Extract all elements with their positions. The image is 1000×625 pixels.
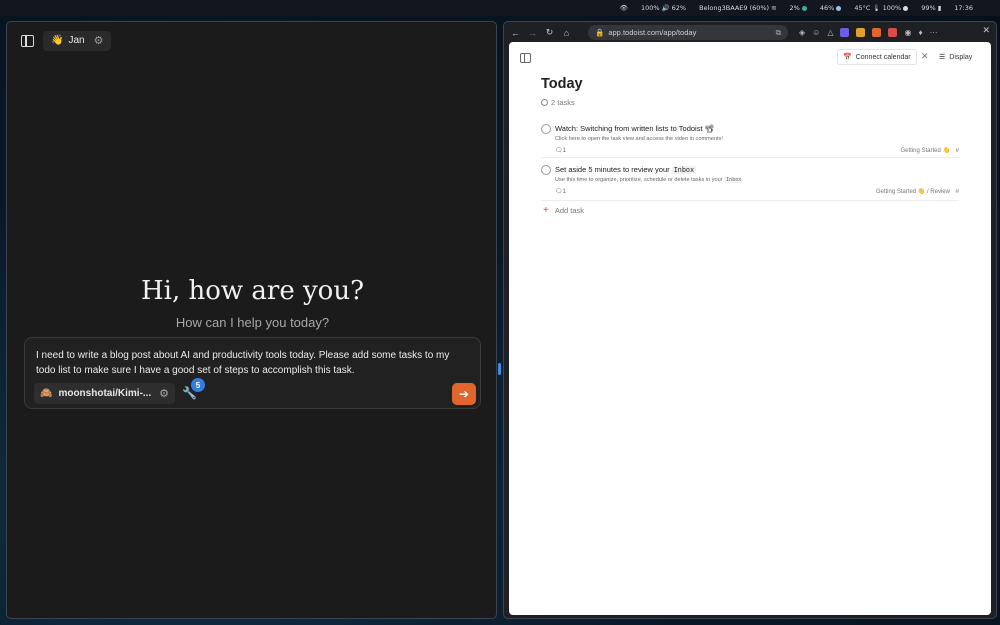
cpu-indicator[interactable]: 2% xyxy=(790,4,807,12)
lock-icon: 🔒 xyxy=(595,28,605,37)
wifi-icon: ≋ xyxy=(771,4,777,12)
task-project[interactable]: Getting Started 👋 / Review # xyxy=(876,188,959,195)
model-selector[interactable]: 🙈 moonshotai/Kimi-... ⚙ xyxy=(34,383,175,404)
task-title[interactable]: Set aside 5 minutes to review your Inbox xyxy=(555,165,697,174)
extension-7-icon[interactable] xyxy=(888,28,898,37)
assistant-name: Jan xyxy=(68,35,85,46)
display-button[interactable]: ☰ Display xyxy=(939,49,972,65)
task-complete-checkbox[interactable] xyxy=(541,124,551,134)
extension-5-icon[interactable] xyxy=(856,28,866,37)
forward-icon[interactable]: → xyxy=(524,28,541,38)
reload-icon[interactable]: ↻ xyxy=(541,27,558,38)
clock[interactable]: 17:36 xyxy=(954,4,973,12)
task-comments[interactable]: 🗨1 xyxy=(555,147,566,154)
jan-topbar: 👋 Jan ⚙ xyxy=(21,30,112,51)
visibility-icon[interactable]: 👁 xyxy=(620,4,628,12)
calendar-icon: 📅 xyxy=(843,54,852,61)
display-settings-icon: ☰ xyxy=(939,54,946,61)
system-top-bar: 👁 100% 🔊 62% Belong3BAAE9 (60%) ≋ 2% 46% … xyxy=(0,0,1000,16)
wave-emoji-icon: 👋 xyxy=(51,35,64,46)
dismiss-calendar-icon[interactable]: ✕ xyxy=(921,51,929,62)
tools-count-badge: 5 xyxy=(191,378,205,392)
task-count: 2 tasks xyxy=(541,98,575,107)
temperature-indicator[interactable]: 45°C 🌡 100% xyxy=(854,4,909,12)
extension-1-icon[interactable]: ◈ xyxy=(799,28,805,37)
task-title[interactable]: Watch: Switching from written lists to T… xyxy=(555,124,714,133)
greeting-heading: Hi, how are you? xyxy=(140,276,365,306)
connect-calendar-button[interactable]: 📅 Connect calendar xyxy=(837,49,917,65)
comment-icon: 🗨 xyxy=(555,148,563,154)
extension-8-icon[interactable]: ◉ xyxy=(904,28,911,37)
send-button[interactable]: ➔ xyxy=(452,383,476,405)
window-close-icon[interactable]: ✕ xyxy=(982,25,990,36)
page-title: Today xyxy=(541,76,583,92)
model-name: moonshotai/Kimi-... xyxy=(58,388,152,399)
chat-composer[interactable]: I need to write a blog post about AI and… xyxy=(24,337,481,409)
hash-icon: # xyxy=(955,148,959,154)
split-resize-handle[interactable] xyxy=(498,363,501,375)
extension-4-icon[interactable] xyxy=(840,28,850,37)
browser-window: ← → ↻ ⌂ 🔒 app.todoist.com/app/today ⧉ ◈ … xyxy=(503,21,997,619)
volume-indicator[interactable]: 100% 🔊 62% xyxy=(641,4,686,12)
check-circle-icon xyxy=(541,99,548,106)
add-task-button[interactable]: + Add task xyxy=(543,205,584,216)
disk-icon xyxy=(903,5,909,11)
task-item[interactable]: Set aside 5 minutes to review your Inbox… xyxy=(541,164,959,201)
extension-2-icon[interactable]: ☺ xyxy=(812,28,820,37)
task-item[interactable]: Watch: Switching from written lists to T… xyxy=(541,123,959,158)
extension-icons: ◈ ☺ △ ◉ ♦ ··· xyxy=(799,25,938,40)
page-extension-icon[interactable]: ⧉ xyxy=(776,28,781,38)
back-icon[interactable]: ← xyxy=(507,28,524,38)
todoist-page: 📅 Connect calendar ✕ ☰ Display Today 2 t… xyxy=(509,42,991,615)
url-text: app.todoist.com/app/today xyxy=(608,28,697,37)
thermometer-icon: 🌡 xyxy=(872,4,881,12)
task-description: Use this time to organize, prioritize, s… xyxy=(555,177,744,183)
jan-window: 👋 Jan ⚙ Hi, how are you? How can I help … xyxy=(6,21,497,619)
greeting-subtitle: How can I help you today? xyxy=(175,315,330,330)
todoist-sidebar-toggle-icon[interactable] xyxy=(520,53,531,63)
comment-icon: 🗨 xyxy=(555,189,563,195)
wifi-indicator[interactable]: Belong3BAAE9 (60%) ≋ xyxy=(699,4,776,12)
cpu-icon xyxy=(801,5,807,11)
volume-icon: 🔊 xyxy=(661,4,670,12)
hash-icon: # xyxy=(955,189,959,195)
assistant-selector[interactable]: 👋 Jan ⚙ xyxy=(43,30,112,51)
plus-icon: + xyxy=(543,205,549,216)
more-menu-icon[interactable]: ··· xyxy=(930,28,938,37)
battery-icon: ▮ xyxy=(937,4,942,12)
task-project[interactable]: Getting Started 👋 # xyxy=(900,147,959,154)
address-bar[interactable]: 🔒 app.todoist.com/app/today ⧉ xyxy=(588,25,788,40)
sidebar-toggle-icon[interactable] xyxy=(21,34,34,47)
battery-indicator[interactable]: 99% ▮ xyxy=(921,4,941,12)
task-comments[interactable]: 🗨1 xyxy=(555,188,566,195)
assistant-settings-gear-icon[interactable]: ⚙ xyxy=(94,34,104,47)
home-icon[interactable]: ⌂ xyxy=(558,28,575,38)
memory-icon xyxy=(836,5,842,11)
extension-6-icon[interactable] xyxy=(872,28,882,37)
task-description: Click here to open the task view and acc… xyxy=(555,136,723,142)
extension-3-icon[interactable]: △ xyxy=(827,28,833,37)
chat-input[interactable]: I need to write a blog post about AI and… xyxy=(36,349,466,378)
memory-indicator[interactable]: 46% xyxy=(820,4,842,12)
task-complete-checkbox[interactable] xyxy=(541,165,551,175)
model-settings-gear-icon[interactable]: ⚙ xyxy=(159,387,169,400)
extension-9-icon[interactable]: ♦ xyxy=(918,28,922,37)
monkey-emoji-icon: 🙈 xyxy=(40,388,53,399)
arrow-right-icon: ➔ xyxy=(458,387,470,401)
